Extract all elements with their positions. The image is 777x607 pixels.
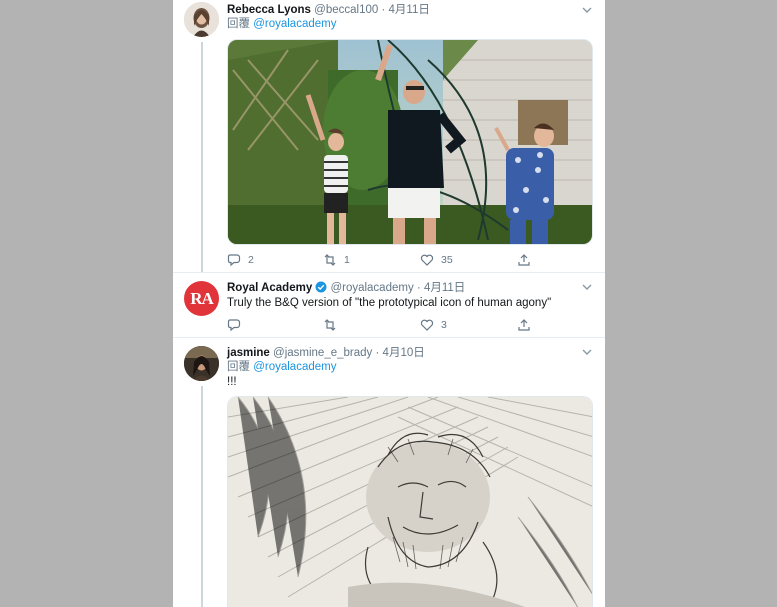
retweet-button[interactable] bbox=[323, 317, 344, 333]
replying-to: 回覆 @royalacademy bbox=[227, 17, 336, 31]
chevron-down-icon[interactable] bbox=[581, 5, 593, 15]
ra-logo: RA bbox=[190, 288, 214, 308]
tweet-royal-academy[interactable]: RA Royal Academy @royalacademy · 4月11日 T… bbox=[173, 273, 605, 337]
mention-link[interactable]: @royalacademy bbox=[253, 18, 336, 30]
avatar[interactable]: RA bbox=[184, 281, 219, 316]
avatar[interactable] bbox=[184, 346, 219, 381]
like-count: 3 bbox=[441, 319, 447, 331]
retweet-icon bbox=[324, 319, 336, 331]
user-handle[interactable]: @jasmine_e_brady bbox=[273, 347, 372, 359]
pencil-sketch-photo bbox=[228, 397, 592, 607]
avatar[interactable] bbox=[184, 2, 219, 37]
chevron-down-icon[interactable] bbox=[581, 282, 593, 292]
tweet-timeline: Rebecca Lyons @beccal100 · 4月11日 回覆 @roy… bbox=[173, 0, 605, 607]
like-count: 35 bbox=[441, 254, 453, 266]
separator: · bbox=[375, 347, 380, 359]
tweet-actions: 3 bbox=[227, 317, 537, 333]
reply-icon bbox=[227, 254, 241, 267]
mention-link[interactable]: @royalacademy bbox=[253, 361, 336, 373]
share-button[interactable] bbox=[517, 252, 531, 268]
user-handle[interactable]: @royalacademy bbox=[330, 282, 413, 294]
reply-button[interactable]: 2 bbox=[227, 252, 254, 268]
separator: · bbox=[416, 282, 421, 294]
reply-count: 2 bbox=[248, 254, 254, 266]
retweet-icon bbox=[324, 254, 336, 266]
replying-to: 回覆 @royalacademy bbox=[227, 360, 336, 374]
reply-prefix: 回覆 bbox=[227, 361, 250, 373]
tweet-date[interactable]: 4月11日 bbox=[424, 282, 465, 294]
like-button[interactable]: 35 bbox=[420, 252, 453, 268]
display-name[interactable]: jasmine bbox=[227, 347, 270, 359]
tweet-photo[interactable] bbox=[227, 39, 593, 245]
tweet-photo[interactable] bbox=[227, 396, 593, 607]
tweet-text: Truly the B&Q version of "the prototypic… bbox=[227, 297, 552, 309]
tweet-actions: 2 1 35 bbox=[227, 252, 537, 268]
reply-icon bbox=[227, 319, 241, 332]
tweet-header: Royal Academy @royalacademy · 4月11日 bbox=[227, 281, 465, 295]
heart-icon bbox=[420, 254, 434, 266]
share-icon bbox=[518, 254, 530, 266]
like-button[interactable]: 3 bbox=[420, 317, 447, 333]
tweet-rebecca-lyons[interactable]: Rebecca Lyons @beccal100 · 4月11日 回覆 @roy… bbox=[173, 0, 605, 272]
share-button[interactable] bbox=[517, 317, 531, 333]
verified-icon bbox=[315, 281, 327, 293]
display-name[interactable]: Rebecca Lyons bbox=[227, 4, 311, 16]
garden-photo bbox=[228, 40, 592, 244]
tweet-header: jasmine @jasmine_e_brady · 4月10日 bbox=[227, 346, 425, 360]
separator: · bbox=[381, 4, 386, 16]
retweet-count: 1 bbox=[344, 254, 350, 266]
user-handle[interactable]: @beccal100 bbox=[314, 4, 378, 16]
tweet-jasmine[interactable]: jasmine @jasmine_e_brady · 4月10日 回覆 @roy… bbox=[173, 338, 605, 607]
display-name[interactable]: Royal Academy bbox=[227, 282, 312, 294]
tweet-date[interactable]: 4月11日 bbox=[389, 4, 430, 16]
share-icon bbox=[518, 319, 530, 331]
retweet-button[interactable]: 1 bbox=[323, 252, 350, 268]
reply-prefix: 回覆 bbox=[227, 18, 250, 30]
chevron-down-icon[interactable] bbox=[581, 347, 593, 357]
heart-icon bbox=[420, 319, 434, 331]
tweet-header: Rebecca Lyons @beccal100 · 4月11日 bbox=[227, 3, 430, 17]
tweet-text: !!! bbox=[227, 376, 237, 388]
tweet-date[interactable]: 4月10日 bbox=[383, 347, 425, 359]
reply-button[interactable] bbox=[227, 317, 248, 333]
